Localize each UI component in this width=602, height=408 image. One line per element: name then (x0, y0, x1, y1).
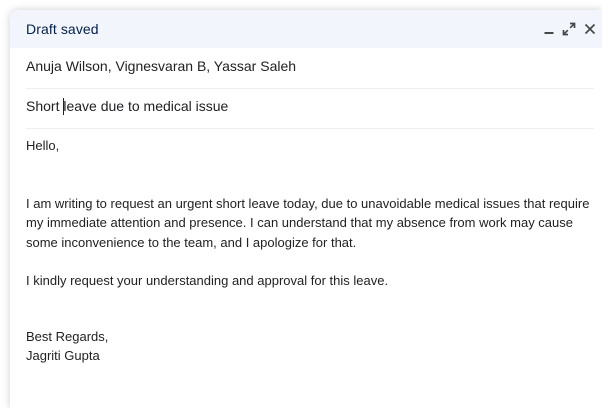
compose-header[interactable]: Draft saved (10, 10, 602, 48)
subject-value: Short leave due to medical issue (26, 98, 228, 115)
message-body[interactable]: Hello, I am writing to request an urgent… (26, 136, 598, 366)
compose-window: Draft saved Anuja Wilson, Vignesvaran B,… (10, 10, 602, 408)
draft-status-title: Draft saved (26, 21, 99, 37)
subject-field[interactable]: Short leave due to medical issue (26, 88, 594, 129)
minimize-button[interactable] (541, 21, 557, 37)
subject-text-before-caret: Short (26, 98, 64, 114)
body-paragraph-approval: I kindly request your understanding and … (26, 273, 389, 288)
popout-button[interactable] (561, 21, 577, 37)
minimize-icon (544, 32, 554, 34)
body-signature: Jagriti Gupta (26, 348, 100, 363)
body-paragraph-request: I am writing to request an urgent short … (26, 195, 590, 250)
body-signoff: Best Regards, (26, 328, 109, 344)
close-icon (584, 23, 596, 35)
close-button[interactable] (582, 21, 598, 37)
recipients-value: Anuja Wilson, Vignesvaran B, Yassar Sale… (26, 58, 297, 74)
recipients-field[interactable]: Anuja Wilson, Vignesvaran B, Yassar Sale… (26, 48, 594, 89)
subject-text-after-caret: leave due to medical issue (63, 98, 229, 114)
body-greeting: Hello, (26, 138, 60, 153)
expand-icon (562, 22, 576, 36)
